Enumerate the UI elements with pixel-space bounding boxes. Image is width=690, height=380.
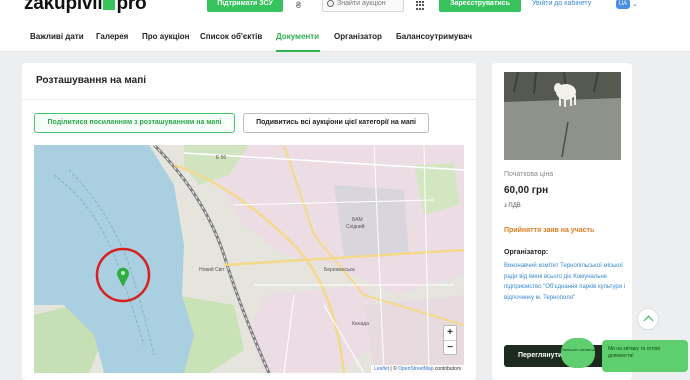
site-logo[interactable]: zakupivli pro	[24, 0, 147, 15]
map-section-title: Розташування на мапі	[36, 75, 147, 86]
support-army-button[interactable]: Підтримати ЗСУ	[207, 0, 283, 12]
goat-photo	[504, 72, 621, 160]
active-tab-indicator	[276, 50, 320, 52]
divider	[22, 99, 476, 100]
district-label: БАМ	[352, 217, 363, 223]
zoom-out-button[interactable]: −	[444, 341, 456, 355]
start-price-label: Початкова ціна	[504, 171, 554, 178]
language-selector[interactable]: UA	[616, 0, 630, 9]
tab-important-dates[interactable]: Важливі дати	[30, 32, 84, 41]
map-tiles	[34, 145, 464, 373]
logo-text-pro: pro	[116, 0, 147, 14]
start-price-value: 60,00 грн	[504, 185, 549, 196]
register-button[interactable]: Зареєструватись	[439, 0, 521, 12]
road-label: Е 50	[216, 155, 227, 161]
map-card: Розташування на мапі Поділитися посиланн…	[22, 63, 476, 380]
view-category-on-map-button[interactable]: Подивитись всі аукціони цієї категорії н…	[243, 113, 429, 133]
district-label: Бережанська	[324, 267, 355, 273]
osm-link[interactable]: OpenStreetMap	[398, 366, 433, 372]
tab-gallery[interactable]: Галерея	[96, 32, 128, 41]
search-placeholder: Знайти аукціон	[337, 0, 386, 7]
chat-bubble-help[interactable]: Ми на зв'язку та готові допомогти!	[602, 340, 688, 372]
lot-photo[interactable]	[504, 72, 621, 160]
organizer-label: Організатор:	[504, 249, 549, 256]
tab-documents[interactable]: Документи	[276, 32, 319, 41]
top-header: zakupivli pro Підтримати ЗСУ ₴ Знайти аук…	[0, 0, 690, 22]
vat-note: з ПДВ	[504, 203, 521, 209]
district-label: Східний	[346, 224, 365, 230]
leaflet-link[interactable]: Leaflet	[374, 366, 389, 372]
logo-box-icon	[103, 0, 116, 10]
login-link[interactable]: Увійти до кабінету	[532, 0, 591, 7]
grid-icon[interactable]	[416, 1, 425, 10]
logo-text-main: zakupivli	[24, 0, 103, 14]
chevron-down-icon[interactable]: ⌄	[632, 0, 638, 8]
district-label: Канада	[352, 321, 369, 327]
tab-object-list[interactable]: Список об'єктів	[200, 32, 262, 41]
tab-balance-holder[interactable]: Балансоутримувач	[396, 32, 472, 41]
chat-bubble-small[interactable]: Залишіть питання	[561, 338, 595, 368]
chevron-up-icon	[643, 315, 654, 326]
map-view[interactable]: Е 50 Новий Світ БАМ Східний Бережанська …	[34, 145, 464, 373]
zoom-control: + −	[443, 325, 457, 355]
search-icon	[327, 0, 334, 7]
tab-bar: Важливі дати Галерея Про аукціон Список …	[0, 22, 690, 52]
currency-icon[interactable]: ₴	[296, 0, 301, 10]
lot-summary-card: Початкова ціна 60,00 грн з ПДВ Прийняття…	[492, 63, 632, 380]
zoom-in-button[interactable]: +	[444, 326, 456, 340]
search-input[interactable]: Знайти аукціон	[322, 0, 404, 12]
share-map-link-button[interactable]: Поділитися посиланням з розташуванням на…	[34, 113, 235, 133]
map-attribution: Leaflet | © OpenStreetMap contributors	[371, 365, 464, 373]
tab-organizer[interactable]: Організатор	[334, 32, 382, 41]
auction-status: Прийняття заяв на участь	[504, 227, 595, 234]
scroll-to-top-button[interactable]	[637, 308, 659, 330]
organizer-link[interactable]: Виконавчий комітет Тернопільської місько…	[504, 261, 626, 303]
district-label: Новий Світ	[199, 267, 225, 273]
tab-about-auction[interactable]: Про аукціон	[142, 32, 190, 41]
